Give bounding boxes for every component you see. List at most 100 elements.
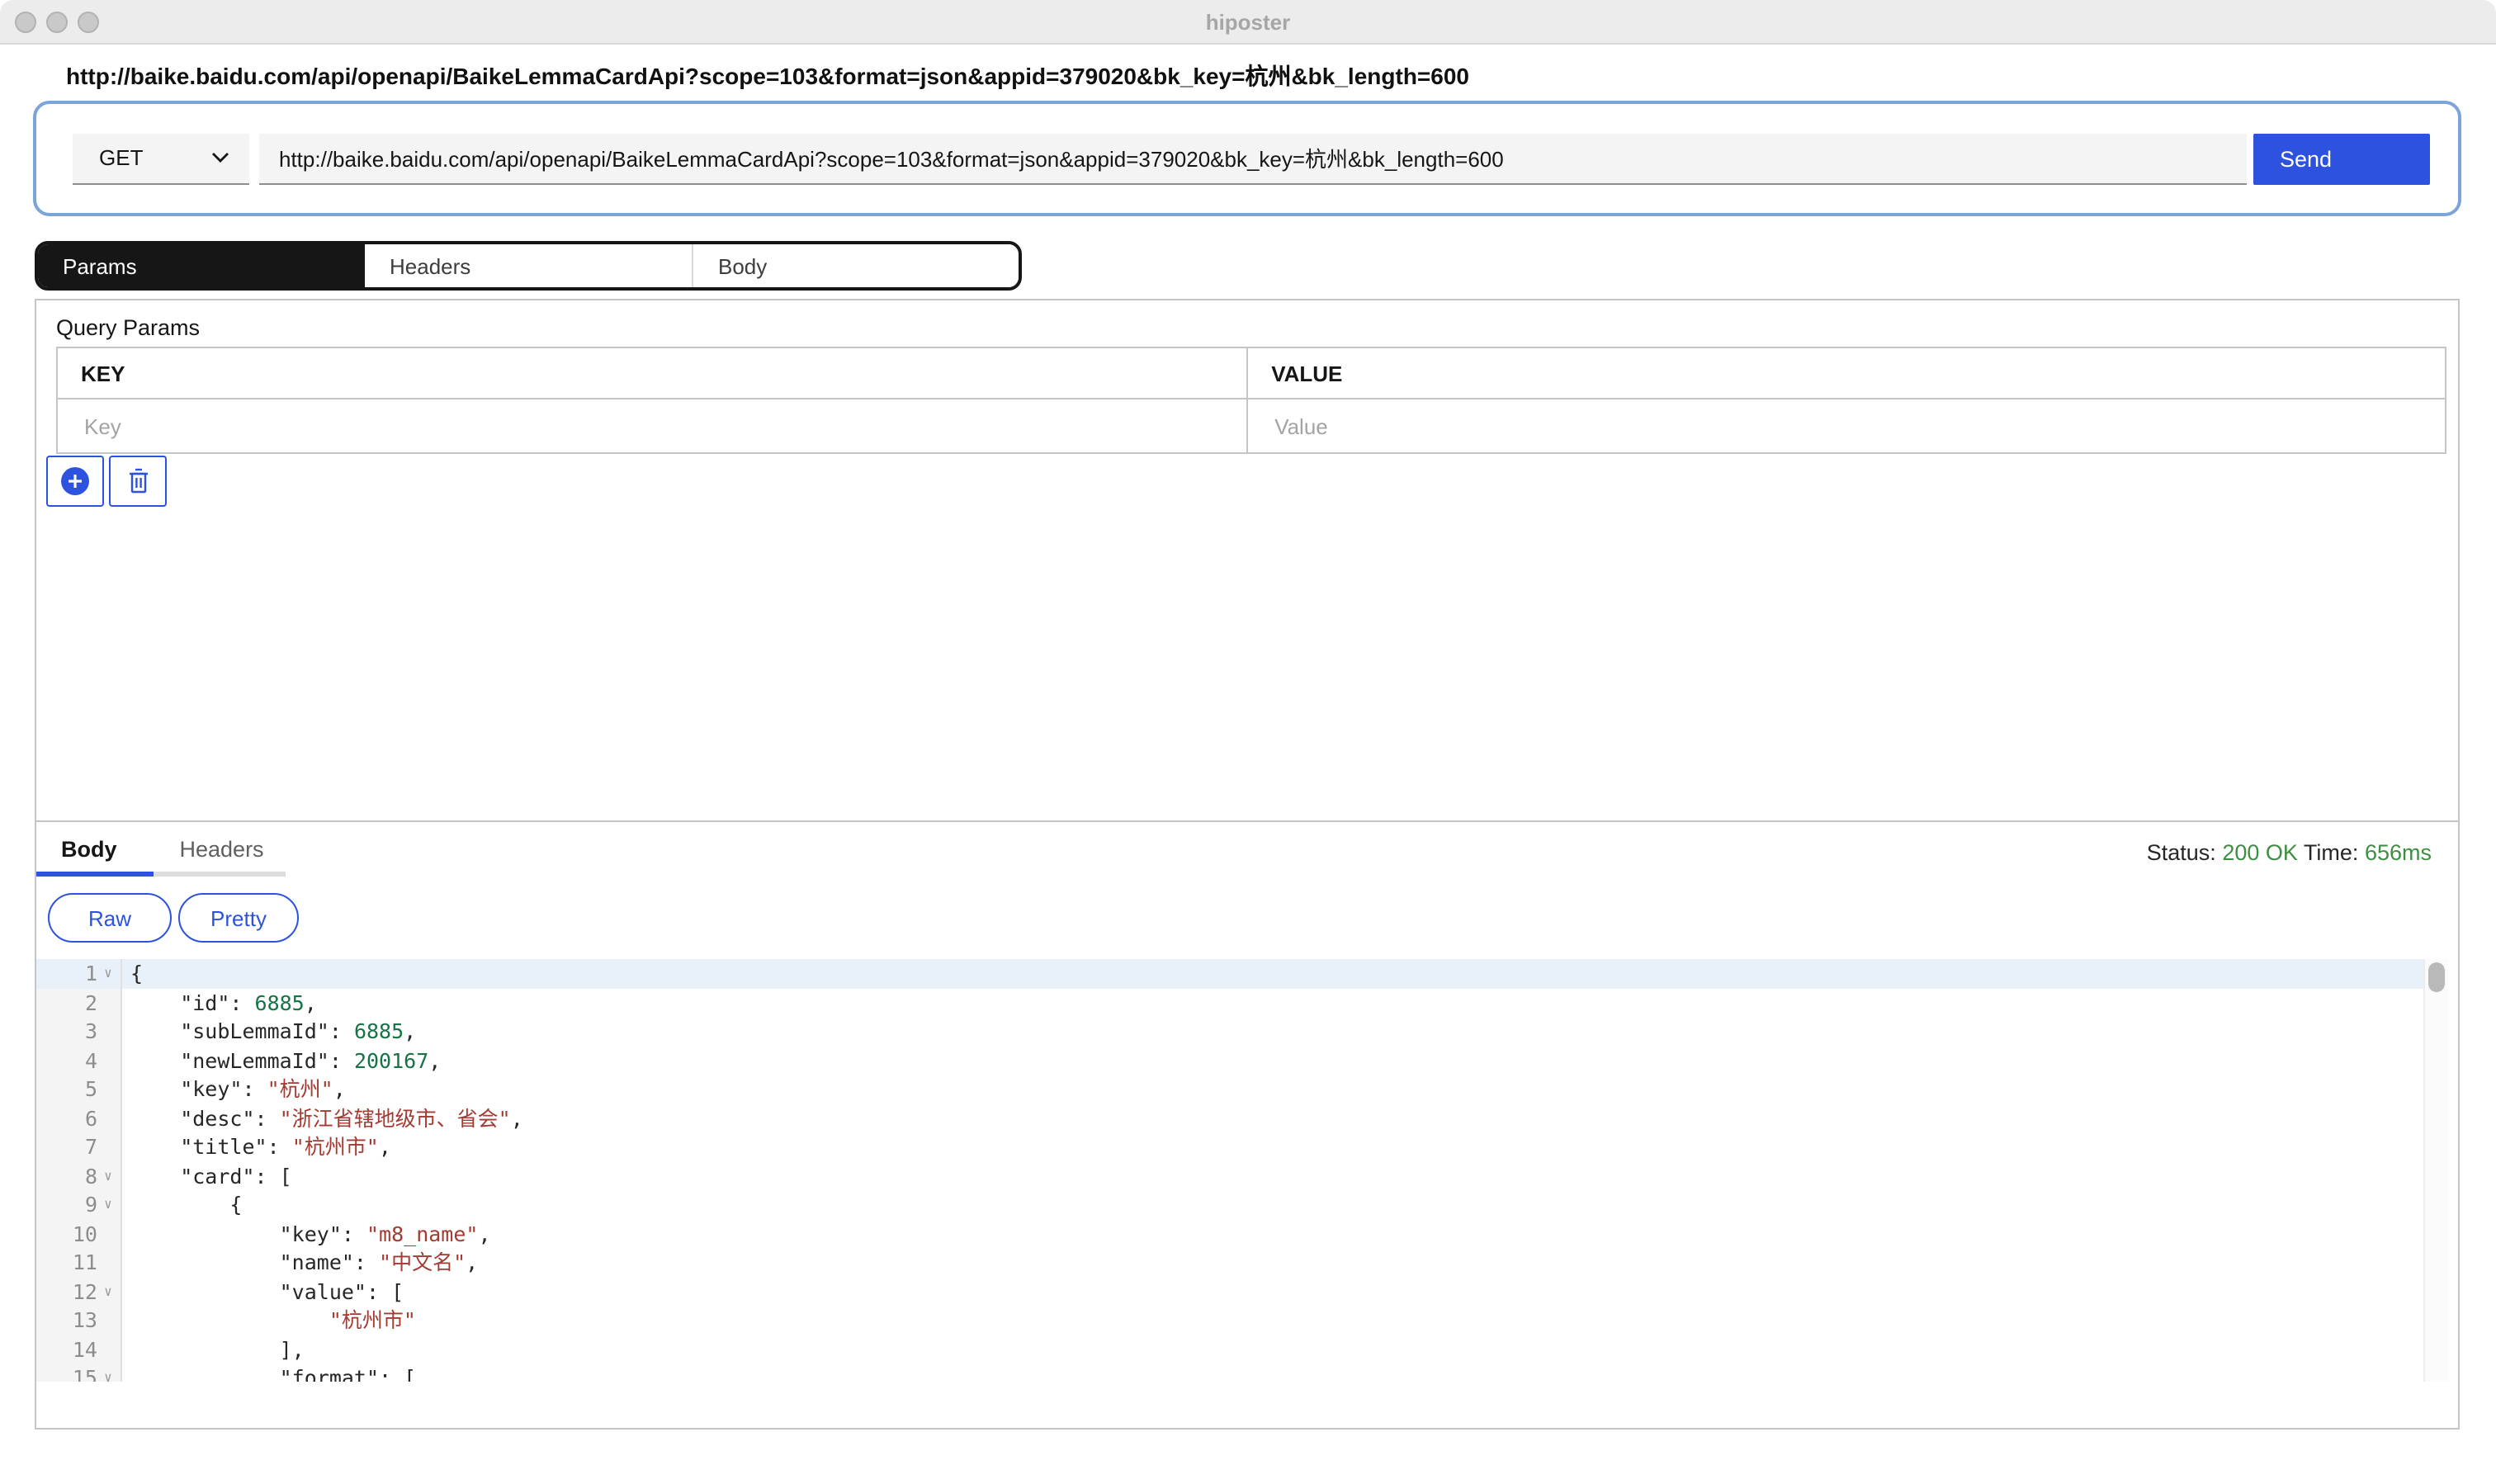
code-text: "key": "杭州", (121, 1075, 346, 1104)
line-number: 10 (73, 1219, 97, 1248)
value-column-header: VALUE (1246, 348, 2445, 398)
line-number: 7 (85, 1132, 97, 1161)
line-number: 8 (85, 1161, 97, 1190)
code-text: "id": 6885, (121, 988, 317, 1017)
response-body-editor[interactable]: 1∨{2 "id": 6885,3 "subLemmaId": 6885,4 "… (36, 959, 2458, 1382)
code-line: 3 "subLemmaId": 6885, (36, 1017, 2423, 1046)
response-section: Body Headers Status: 200 OK Time: 656ms … (36, 822, 2458, 1430)
code-text: "key": "m8_name", (121, 1219, 491, 1248)
line-number-gutter: 4 (36, 1046, 121, 1075)
fold-chevron-icon[interactable]: ∨ (101, 1277, 116, 1306)
line-number-gutter: 15∨ (36, 1363, 121, 1382)
request-panel: GET Send (33, 101, 2461, 216)
code-line: 10 "key": "m8_name", (36, 1219, 2423, 1248)
status-label: Status: (2147, 840, 2216, 865)
code-text: { (121, 959, 143, 988)
params-table-row (58, 399, 2445, 452)
response-tab-underline (36, 872, 286, 877)
response-tab-headers[interactable]: Headers (180, 837, 264, 862)
method-select[interactable]: GET (73, 133, 249, 184)
line-number-gutter: 9∨ (36, 1190, 121, 1219)
response-tab-body[interactable]: Body (61, 837, 117, 862)
code-line: 12∨ "value": [ (36, 1277, 2423, 1306)
code-line: 2 "id": 6885, (36, 988, 2423, 1017)
line-number: 2 (85, 988, 97, 1017)
raw-view-button[interactable]: Raw (48, 893, 172, 943)
line-number: 12 (73, 1277, 97, 1306)
window-title: hiposter (0, 10, 2496, 35)
response-status-line: Status: 200 OK Time: 656ms (2147, 840, 2432, 865)
code-text: "subLemmaId": 6885, (121, 1017, 416, 1046)
code-line: 11 "name": "中文名", (36, 1248, 2423, 1277)
code-text: "card": [ (121, 1161, 292, 1190)
param-key-input[interactable] (81, 412, 1189, 440)
param-value-input[interactable] (1271, 412, 2386, 440)
line-number-gutter: 7 (36, 1132, 121, 1161)
gutter-separator (121, 959, 122, 1382)
line-number: 4 (85, 1046, 97, 1075)
code-line: 1∨{ (36, 959, 2423, 988)
add-param-button[interactable] (46, 456, 104, 507)
line-number: 9 (85, 1190, 97, 1219)
query-params-section: Query Params KEY VALUE (36, 300, 2458, 822)
query-params-label: Query Params (56, 315, 200, 340)
code-line: 15∨ "format": [ (36, 1363, 2423, 1382)
tab-headers[interactable]: Headers (365, 244, 692, 287)
code-line: 9∨ { (36, 1190, 2423, 1219)
active-tab-indicator (36, 872, 154, 877)
scrollbar-thumb[interactable] (2428, 962, 2445, 992)
line-number-gutter: 3 (36, 1017, 121, 1046)
fold-chevron-icon[interactable]: ∨ (101, 1190, 116, 1219)
line-number-gutter: 2 (36, 988, 121, 1017)
fold-chevron-icon[interactable]: ∨ (101, 1161, 116, 1190)
code-text: "value": [ (121, 1277, 404, 1306)
tab-body[interactable]: Body (692, 244, 1019, 287)
trash-icon (125, 467, 151, 495)
status-value: 200 OK (2222, 840, 2298, 865)
line-number: 11 (73, 1248, 97, 1277)
code-lines: 1∨{2 "id": 6885,3 "subLemmaId": 6885,4 "… (36, 959, 2458, 1382)
send-button[interactable]: Send (2253, 133, 2430, 184)
line-number: 3 (85, 1017, 97, 1046)
app-window: hiposter http://baike.baidu.com/api/open… (0, 0, 2496, 1484)
code-text: { (121, 1190, 242, 1219)
code-text: "name": "中文名", (121, 1248, 478, 1277)
line-number-gutter: 11 (36, 1248, 121, 1277)
line-number: 14 (73, 1335, 97, 1363)
params-table: KEY VALUE (56, 347, 2446, 454)
code-text: "杭州市" (121, 1306, 416, 1335)
tab-params[interactable]: Params (38, 244, 365, 287)
line-number-gutter: 6 (36, 1104, 121, 1132)
pretty-view-button[interactable]: Pretty (178, 893, 299, 943)
code-text: ], (121, 1335, 305, 1363)
titlebar: hiposter (0, 0, 2496, 45)
params-table-header: KEY VALUE (58, 348, 2445, 399)
main-panel: Query Params KEY VALUE (35, 299, 2460, 1430)
time-label: Time: (2304, 840, 2359, 865)
line-number: 15 (73, 1363, 97, 1382)
line-number-gutter: 14 (36, 1335, 121, 1363)
code-line: 13 "杭州市" (36, 1306, 2423, 1335)
chevron-down-icon (211, 152, 229, 163)
editor-scrollbar[interactable] (2423, 959, 2448, 1382)
line-number: 5 (85, 1075, 97, 1104)
fold-chevron-icon[interactable]: ∨ (101, 1363, 116, 1382)
code-text: "title": "杭州市", (121, 1132, 391, 1161)
plus-icon (61, 467, 89, 495)
fold-chevron-icon[interactable]: ∨ (101, 959, 116, 988)
line-number-gutter: 13 (36, 1306, 121, 1335)
line-number-gutter: 5 (36, 1075, 121, 1104)
code-line: 5 "key": "杭州", (36, 1075, 2423, 1104)
line-number: 13 (73, 1306, 97, 1335)
request-url-heading: http://baike.baidu.com/api/openapi/Baike… (66, 59, 1469, 92)
code-line: 4 "newLemmaId": 200167, (36, 1046, 2423, 1075)
line-number-gutter: 12∨ (36, 1277, 121, 1306)
url-input[interactable] (259, 133, 2247, 184)
delete-param-button[interactable] (109, 456, 167, 507)
code-line: 7 "title": "杭州市", (36, 1132, 2423, 1161)
code-text: "format": [ (121, 1363, 416, 1382)
method-select-value: GET (99, 145, 143, 170)
line-number-gutter: 1∨ (36, 959, 121, 988)
line-number: 6 (85, 1104, 97, 1132)
code-line: 6 "desc": "浙江省辖地级市、省会", (36, 1104, 2423, 1132)
